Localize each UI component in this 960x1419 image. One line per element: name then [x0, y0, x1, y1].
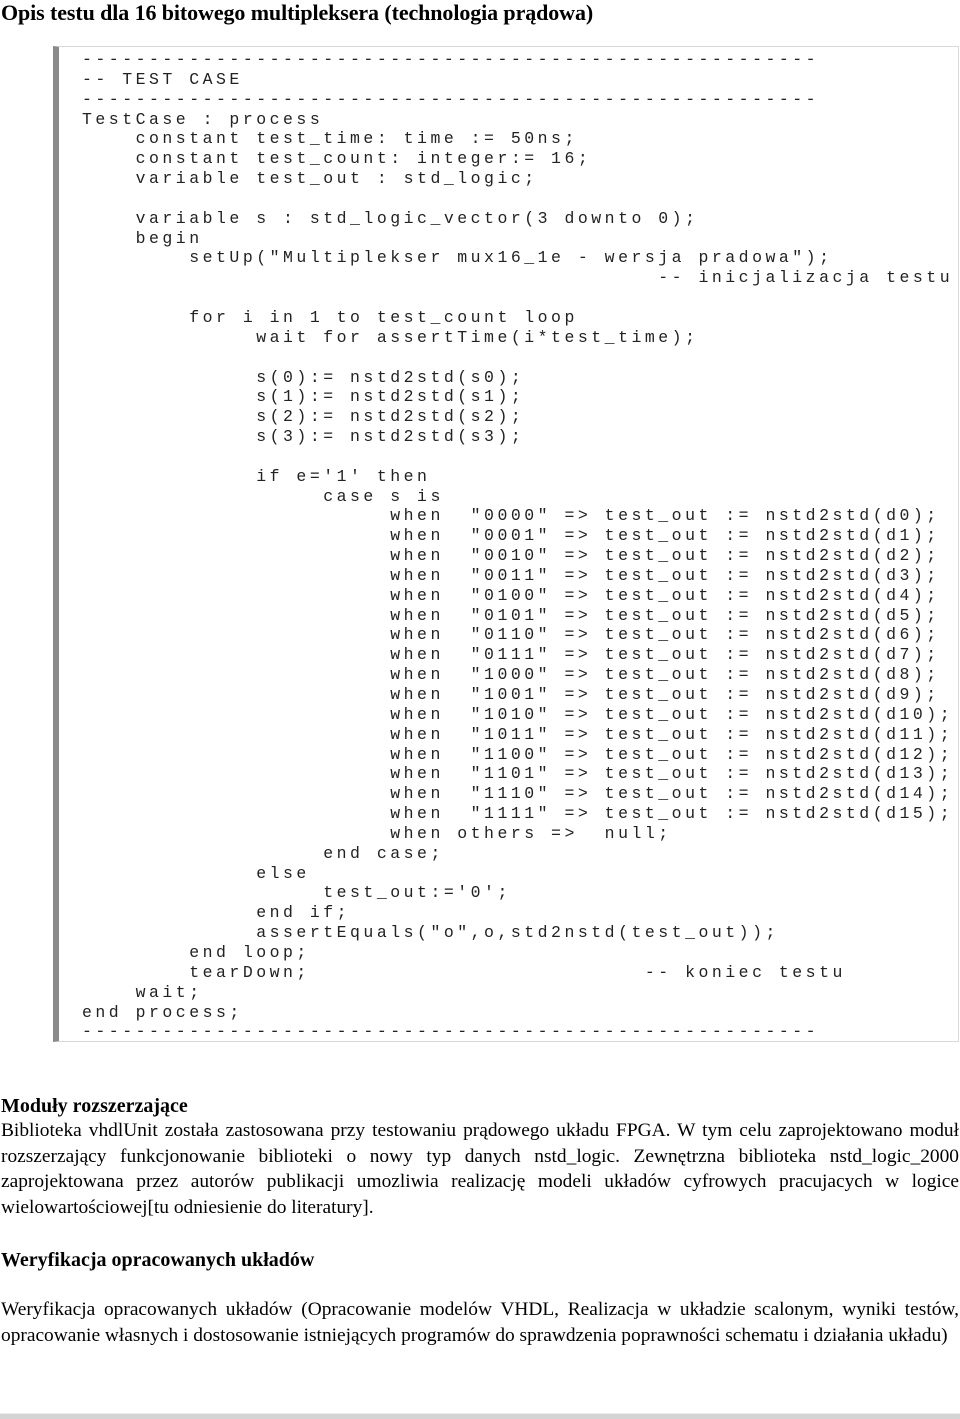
code-line: constant test_count: integer:= 16;: [82, 149, 592, 169]
code-line: begin: [82, 228, 203, 248]
code-line: when "1011" => test_out := nstd2std(d11)…: [82, 724, 954, 744]
section-extension-modules: Moduły rozszerzające Biblioteka vhdlUnit…: [1, 1094, 959, 1220]
section-paragraph: Weryfikacja opracowanych układów (Opraco…: [1, 1299, 959, 1346]
code-line: s(3):= nstd2std(s3);: [82, 427, 525, 447]
code-line: wait;: [82, 982, 203, 1002]
code-line: when "0000" => test_out := nstd2std(d0);: [82, 506, 940, 526]
code-line: tearDown; -- koniec testu: [82, 962, 846, 982]
section-paragraph: Biblioteka vhdlUnit została zastosowana …: [1, 1120, 959, 1218]
code-line: for i in 1 to test_count loop: [82, 307, 578, 327]
code-line: when "1000" => test_out := nstd2std(d8);: [82, 665, 940, 685]
section-heading: Weryfikacja opracowanych układów: [1, 1249, 315, 1271]
code-line: s(2):= nstd2std(s2);: [82, 407, 525, 427]
code-line: when "0111" => test_out := nstd2std(d7);: [82, 645, 940, 665]
code-line: else: [82, 863, 310, 883]
code-line: when "0100" => test_out := nstd2std(d4);: [82, 585, 940, 605]
code-line: case s is: [82, 486, 444, 506]
code-line: constant test_time: time := 50ns;: [82, 129, 578, 149]
code-line: when "1101" => test_out := nstd2std(d13)…: [82, 764, 954, 784]
code-line: variable s : std_logic_vector(3 downto 0…: [82, 208, 699, 228]
code-line: when "1110" => test_out := nstd2std(d14)…: [82, 784, 954, 804]
code-line: when "1010" => test_out := nstd2std(d10)…: [82, 704, 954, 724]
code-line: when "0110" => test_out := nstd2std(d6);: [82, 625, 940, 645]
code-line: assertEquals("o",o,std2nstd(test_out));: [82, 923, 779, 943]
code-listing-box: ----------------------------------------…: [53, 46, 959, 1042]
section-verification: Weryfikacja opracowanych układów Weryfik…: [1, 1248, 959, 1348]
code-line: setUp("Multiplekser mux16_1e - wersja pr…: [82, 248, 833, 268]
code-line: TestCase : process: [82, 109, 324, 129]
code-line: test_out:='0';: [82, 883, 511, 903]
code-line: ----------------------------------------…: [82, 89, 820, 109]
code-line: -- inicjalizacja testu: [82, 268, 954, 288]
code-line: when "1100" => test_out := nstd2std(d12)…: [82, 744, 954, 764]
code-line: when "1001" => test_out := nstd2std(d9);: [82, 685, 940, 704]
code-line: wait for assertTime(i*test_time);: [82, 327, 699, 347]
code-line: ----------------------------------------…: [82, 50, 820, 69]
code-line: when "0011" => test_out := nstd2std(d3);: [82, 565, 940, 585]
code-line: -- TEST CASE: [82, 69, 243, 89]
vhdl-code-listing: ----------------------------------------…: [82, 50, 953, 1042]
code-line: when "0101" => test_out := nstd2std(d5);: [82, 605, 940, 625]
code-line: s(1):= nstd2std(s1);: [82, 387, 525, 407]
code-line: variable test_out : std_logic;: [82, 169, 538, 189]
code-line: end if;: [82, 903, 351, 923]
document-title: Opis testu dla 16 bitowego multipleksera…: [1, 0, 594, 25]
code-line: end process;: [82, 1002, 243, 1022]
section-heading: Moduły rozszerzające: [1, 1095, 188, 1117]
code-line: s(0):= nstd2std(s0);: [82, 367, 525, 387]
code-line: ----------------------------------------…: [82, 1022, 820, 1042]
code-line: when "0010" => test_out := nstd2std(d2);: [82, 546, 940, 566]
code-line: if e='1' then: [82, 466, 431, 486]
code-line: end case;: [82, 843, 444, 863]
code-line: end loop;: [82, 942, 310, 962]
code-line: when others => null;: [82, 823, 672, 843]
code-line: when "0001" => test_out := nstd2std(d1);: [82, 526, 940, 546]
code-line: when "1111" => test_out := nstd2std(d15)…: [82, 804, 954, 824]
page-bottom-edge: [0, 1413, 960, 1419]
